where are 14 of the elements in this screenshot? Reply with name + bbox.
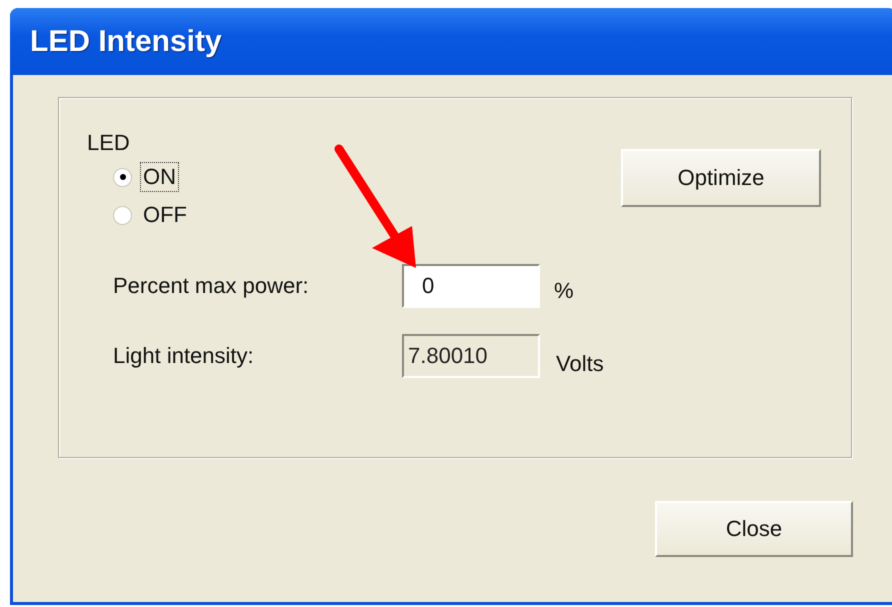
group-label: LED — [87, 130, 131, 156]
window-title: LED Intensity — [30, 24, 222, 58]
unit-label: % — [554, 278, 574, 304]
unit-label: Volts — [556, 351, 604, 377]
radio-button[interactable] — [113, 168, 132, 186]
readonly-field: 7.80010 — [402, 334, 540, 378]
radio-label[interactable]: OFF — [140, 200, 190, 230]
optimize-button[interactable]: Optimize — [621, 149, 821, 207]
close-button[interactable]: Close — [655, 501, 853, 557]
field-label: Light intensity: — [113, 343, 255, 369]
field-label: Percent max power: — [113, 273, 310, 299]
radio-button[interactable] — [113, 206, 132, 224]
input-field[interactable]: 0 — [402, 264, 540, 308]
radio-label[interactable]: ON — [140, 162, 179, 192]
